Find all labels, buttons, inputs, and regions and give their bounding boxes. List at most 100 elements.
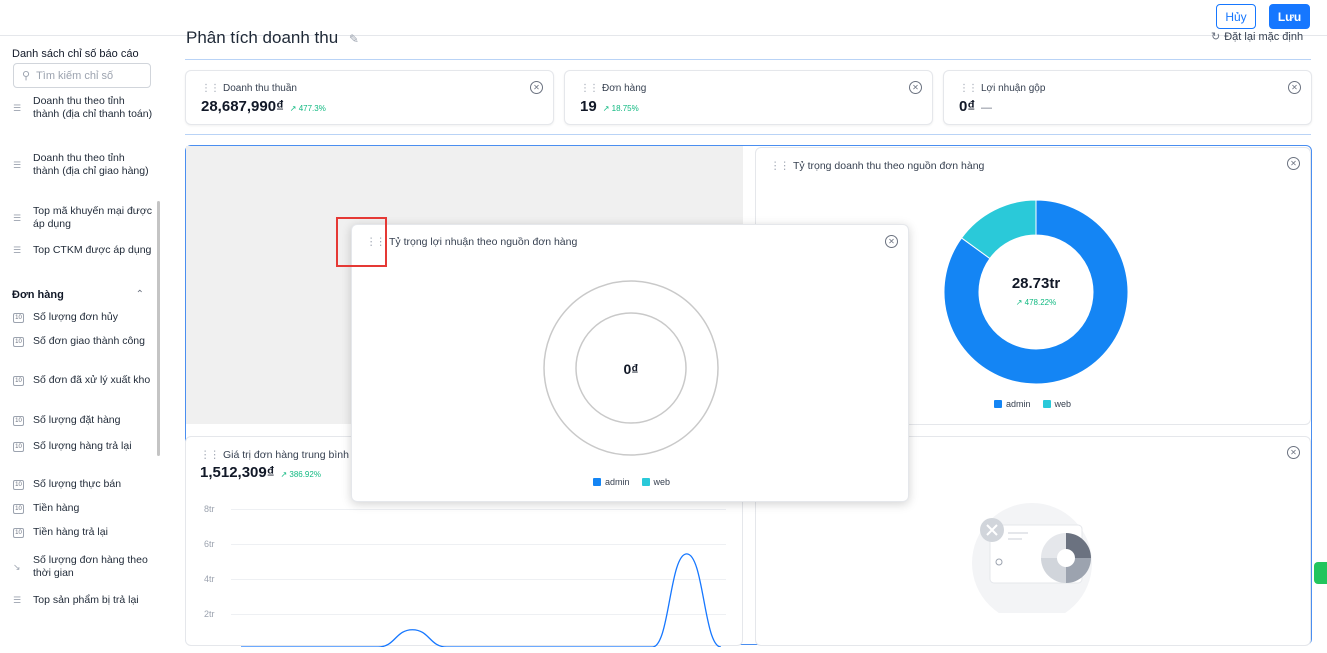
y-tick-label: 8tr — [204, 504, 215, 514]
close-icon[interactable]: ✕ — [885, 235, 898, 248]
card-title: Tỷ trọng doanh thu theo nguồn đơn hàng — [793, 160, 985, 172]
search-box[interactable]: ⚲ — [13, 63, 151, 88]
sidebar-title: Danh sách chỉ số báo cáo — [12, 48, 139, 60]
sidebar-item-label: Top sản phẩm bị trả lại — [33, 594, 139, 606]
legend-item-web[interactable]: web — [641, 477, 671, 487]
sidebar-item[interactable]: 10 Số lượng đơn hủy — [13, 311, 153, 324]
sidebar-item[interactable]: 10 Tiền hàng — [13, 502, 153, 515]
close-icon[interactable]: ✕ — [1287, 157, 1300, 170]
donut-center-value: 0₫ — [624, 361, 639, 377]
sidebar-group-orders[interactable]: Đơn hàng ⌃ — [12, 289, 144, 301]
avg-value: 1,512,309₫ — [200, 464, 275, 481]
list-icon: ☰ — [13, 159, 22, 170]
reset-label: Đặt lại mặc định — [1224, 31, 1304, 43]
list-icon: ☰ — [13, 102, 22, 113]
cancel-button[interactable]: Hủy — [1216, 4, 1256, 29]
sidebar-item-label: Tiền hàng trả lại — [33, 526, 108, 538]
kpi-label-wrap: ⋮⋮ Doanh thu thuần — [201, 83, 297, 94]
kpi-change: — — [981, 102, 993, 114]
sidebar-item[interactable]: ↘ Số lượng đơn hàng theo thời gian — [13, 554, 153, 580]
list-icon: ☰ — [13, 595, 22, 605]
legend-item-admin[interactable]: admin — [593, 477, 630, 487]
avg-order-line-chart — [241, 553, 722, 647]
avg-value-wrap: 1,512,309₫ ↗ 386.92% — [200, 464, 321, 481]
card-title-wrap: ⋮⋮ Tỷ trọng doanh thu theo nguồn đơn hàng — [770, 160, 984, 172]
sidebar-item-label: Số lượng đơn hàng theo thời gian — [33, 554, 148, 579]
legend-label: admin — [1006, 399, 1031, 409]
edit-icon[interactable]: ✎ — [349, 32, 359, 46]
legend: admin web — [593, 477, 670, 487]
close-icon[interactable]: ✕ — [1288, 81, 1301, 94]
drag-handle-icon[interactable]: ⋮⋮ — [201, 83, 220, 94]
number-icon: 10 — [13, 479, 24, 490]
group-label: Đơn hàng — [12, 289, 64, 301]
reset-default-button[interactable]: ↻ Đặt lại mặc định — [1211, 30, 1303, 43]
kpi-change: ↗ 477.3% — [289, 104, 326, 113]
save-button[interactable]: Lưu — [1269, 4, 1310, 29]
legend-swatch — [994, 400, 1002, 408]
legend-label: web — [1054, 399, 1072, 409]
close-icon[interactable]: ✕ — [909, 81, 922, 94]
sidebar-item[interactable]: ☰ Top mã khuyến mại được áp dụng — [13, 205, 153, 231]
kpi-value: 28,687,990₫ — [201, 98, 284, 115]
legend-label: web — [653, 477, 671, 487]
sidebar-item-label: Tiền hàng — [33, 502, 80, 514]
sidebar-item-label: Doanh thu theo tỉnh thành (địa chỉ giao … — [33, 152, 149, 177]
sidebar-item[interactable]: 10 Số lượng thực bán — [13, 478, 153, 491]
sidebar-item[interactable]: ☰ Doanh thu theo tỉnh thành (địa chỉ tha… — [13, 95, 153, 121]
kpi-label: Doanh thu thuần — [223, 83, 297, 94]
drag-handle-icon[interactable]: ⋮⋮ — [770, 160, 790, 172]
kpi-card-orders[interactable]: ⋮⋮ Đơn hàng 19 ↗ 18.75% ✕ — [564, 70, 933, 125]
reset-icon: ↻ — [1211, 31, 1221, 43]
sidebar-item[interactable]: ☰ Top CTKM được áp dụng — [13, 244, 153, 257]
y-tick-label: 4tr — [204, 574, 215, 584]
profit-donut-chart: 0₫ — [543, 280, 719, 456]
drag-handle-icon[interactable]: ⋮⋮ — [959, 83, 978, 94]
kpi-card-gross-profit[interactable]: ⋮⋮ Lợi nhuận gộp 0₫ — ✕ — [943, 70, 1312, 125]
divider — [185, 59, 1311, 60]
kpi-value-wrap: 28,687,990₫ ↗ 477.3% — [201, 98, 326, 115]
sidebar-item[interactable]: 10 Số lượng đặt hàng — [13, 414, 153, 427]
legend-item-admin[interactable]: admin — [994, 399, 1031, 409]
drag-handle-icon[interactable]: ⋮⋮ — [580, 83, 599, 94]
card-title-wrap: ⋮⋮ Giá trị đơn hàng trung bình — [200, 449, 349, 461]
sidebar-item[interactable]: 10 Số lượng hàng trả lại — [13, 440, 153, 453]
chevron-up-icon[interactable]: ⌃ — [136, 289, 144, 301]
number-icon: 10 — [13, 441, 24, 452]
card-title: Giá trị đơn hàng trung bình — [223, 449, 349, 461]
number-icon: 10 — [13, 415, 24, 426]
chat-widget-tab[interactable] — [1314, 562, 1327, 584]
drag-handle-icon[interactable]: ⋮⋮ — [200, 449, 220, 461]
sidebar-item-label: Số lượng thực bán — [33, 478, 122, 490]
donut-center-value: 28.73tr — [1012, 275, 1061, 292]
kpi-change: ↗ 18.75% — [602, 104, 639, 113]
kpi-label-wrap: ⋮⋮ Đơn hàng — [580, 83, 646, 94]
close-icon[interactable]: ✕ — [530, 81, 543, 94]
donut-slices — [943, 199, 1129, 385]
sidebar-item-label: Số lượng đơn hủy — [33, 311, 119, 323]
sidebar-item[interactable]: ☰ Doanh thu theo tỉnh thành (địa chỉ gia… — [13, 152, 153, 178]
close-icon[interactable]: ✕ — [1287, 446, 1300, 459]
sidebar-item[interactable]: 10 Số đơn giao thành công — [13, 335, 153, 348]
metrics-sidebar: Danh sách chỉ số báo cáo ⚲ ☰ Doanh thu t… — [0, 36, 162, 653]
kpi-value-wrap: 0₫ — — [959, 98, 992, 115]
legend-swatch — [593, 478, 601, 486]
sidebar-item-label: Số đơn đã xử lý xuất kho — [33, 374, 151, 386]
page-title-text: Phân tích doanh thu — [186, 28, 339, 47]
donut-center-change: ↗ 478.22% — [1016, 298, 1057, 307]
y-tick-label: 2tr — [204, 609, 215, 619]
list-icon: ☰ — [13, 212, 22, 223]
card-profit-share-dragging[interactable]: ⋮⋮ Tỷ trọng lợi nhuận theo nguồn đơn hàng… — [351, 224, 909, 502]
sidebar-item-label: Top CTKM được áp dụng — [33, 244, 152, 256]
revenue-donut-chart: 28.73tr ↗ 478.22% — [943, 199, 1129, 385]
kpi-card-net-revenue[interactable]: ⋮⋮ Doanh thu thuần 28,687,990₫ ↗ 477.3% ✕ — [185, 70, 554, 125]
sidebar-scrollbar[interactable] — [157, 201, 160, 456]
sidebar-item[interactable]: 10 Tiền hàng trả lại — [13, 526, 153, 539]
search-input[interactable] — [36, 69, 137, 82]
sidebar-item-label: Số lượng hàng trả lại — [33, 440, 132, 452]
divider — [185, 134, 1311, 135]
line-series — [241, 553, 722, 647]
sidebar-item[interactable]: 10 Số đơn đã xử lý xuất kho — [13, 374, 153, 387]
legend-item-web[interactable]: web — [1042, 399, 1072, 409]
sidebar-item[interactable]: ☰ Top sản phẩm bị trả lại — [13, 594, 153, 607]
